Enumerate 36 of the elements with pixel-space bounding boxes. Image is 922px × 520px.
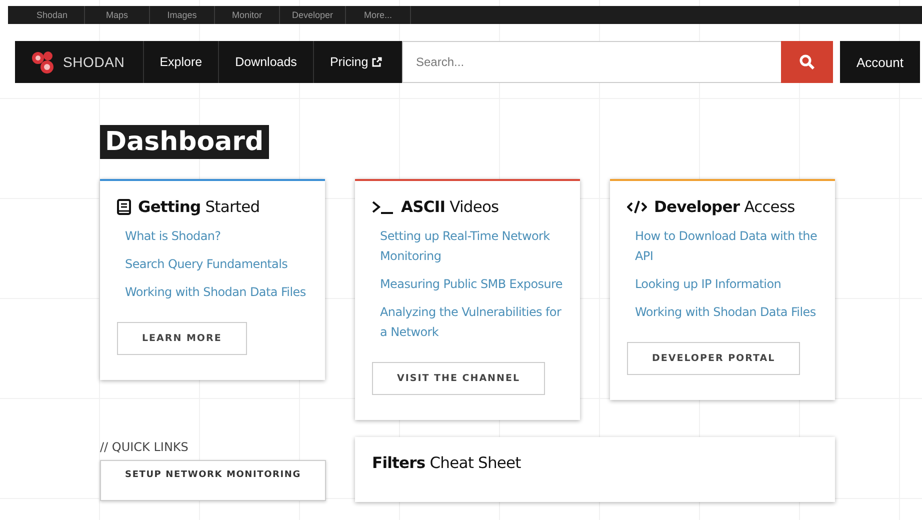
card-title: Getting Started [138,198,260,216]
page-title: Dashboard [100,125,269,159]
nav-link[interactable]: Explore [144,41,220,83]
card-link[interactable]: Analyzing the Vulnerabilities for a Network [380,302,566,342]
card-title: Developer Access [654,198,795,216]
brand-logo[interactable]: SHODAN [15,41,144,83]
card-link[interactable]: What is Shodan? [125,226,311,246]
top-bar-link[interactable]: Images [150,6,215,24]
search-field[interactable]: Search... [402,41,781,83]
account-button[interactable]: Account [840,41,920,83]
card-button[interactable]: LEARN MORE [117,322,247,355]
search-button[interactable] [781,41,833,83]
card-link[interactable]: Setting up Real-Time Network Monitoring [380,226,566,266]
card-link[interactable]: How to Download Data with the API [635,226,821,266]
top-bar-link[interactable]: Developer [280,6,346,24]
card-link[interactable]: Working with Shodan Data Files [125,282,311,302]
top-bar-link[interactable]: Maps [85,6,150,24]
card-link[interactable]: Search Query Fundamentals [125,254,311,274]
top-bar-link[interactable]: More... [346,6,412,24]
card-button[interactable]: VISIT THE CHANNEL [372,362,545,395]
search-icon [799,54,815,70]
quick-links-label: // QUICK LINKS [100,440,190,454]
book-icon [117,199,131,215]
top-bar-link[interactable]: Monitor [215,6,280,24]
code-icon [627,200,647,214]
card-link[interactable]: Working with Shodan Data Files [635,302,821,322]
terminal-icon [372,200,394,214]
card-title: Filters Cheat Sheet [372,454,522,472]
card-link[interactable]: Measuring Public SMB Exposure [380,274,566,294]
top-bar-link[interactable]: Shodan [20,6,85,24]
nav-link[interactable]: Pricing [314,41,398,83]
quick-link-button[interactable]: SETUP NETWORK MONITORING [100,460,326,501]
card-button[interactable]: DEVELOPER PORTAL [627,342,800,375]
nav-link[interactable]: Downloads [219,41,314,83]
card-link[interactable]: Looking up IP Information [635,274,821,294]
card-title: ASCII Videos [401,198,499,216]
